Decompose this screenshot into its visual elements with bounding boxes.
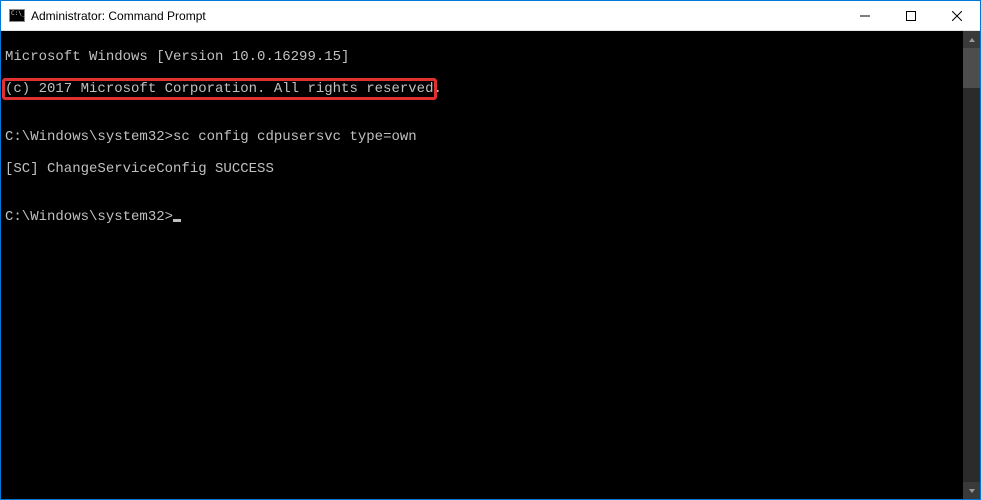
close-button[interactable] [934,1,980,31]
cursor [173,219,181,222]
command-line-1: C:\Windows\system32>sc config cdpusersvc… [5,129,959,145]
maximize-button[interactable] [888,1,934,31]
scroll-down-button[interactable] [963,482,980,499]
copyright-line: (c) 2017 Microsoft Corporation. All righ… [5,81,959,97]
scroll-up-button[interactable] [963,31,980,48]
cmd-icon [9,9,25,22]
command-line-2: C:\Windows\system32> [5,209,959,225]
console-area: Microsoft Windows [Version 10.0.16299.15… [1,31,980,499]
window-title: Administrator: Command Prompt [31,9,206,23]
prompt-1: C:\Windows\system32> [5,129,173,145]
scroll-track[interactable] [963,48,980,482]
scroll-thumb[interactable] [963,48,980,88]
console-output[interactable]: Microsoft Windows [Version 10.0.16299.15… [1,31,963,499]
vertical-scrollbar[interactable] [963,31,980,499]
minimize-button[interactable] [842,1,888,31]
titlebar[interactable]: Administrator: Command Prompt [1,1,980,31]
cmd-window: Administrator: Command Prompt Microsoft … [0,0,981,500]
typed-command: sc config cdpusersvc type=own [173,129,417,145]
version-line: Microsoft Windows [Version 10.0.16299.15… [5,49,959,65]
prompt-2: C:\Windows\system32> [5,209,173,225]
response-line: [SC] ChangeServiceConfig SUCCESS [5,161,959,177]
